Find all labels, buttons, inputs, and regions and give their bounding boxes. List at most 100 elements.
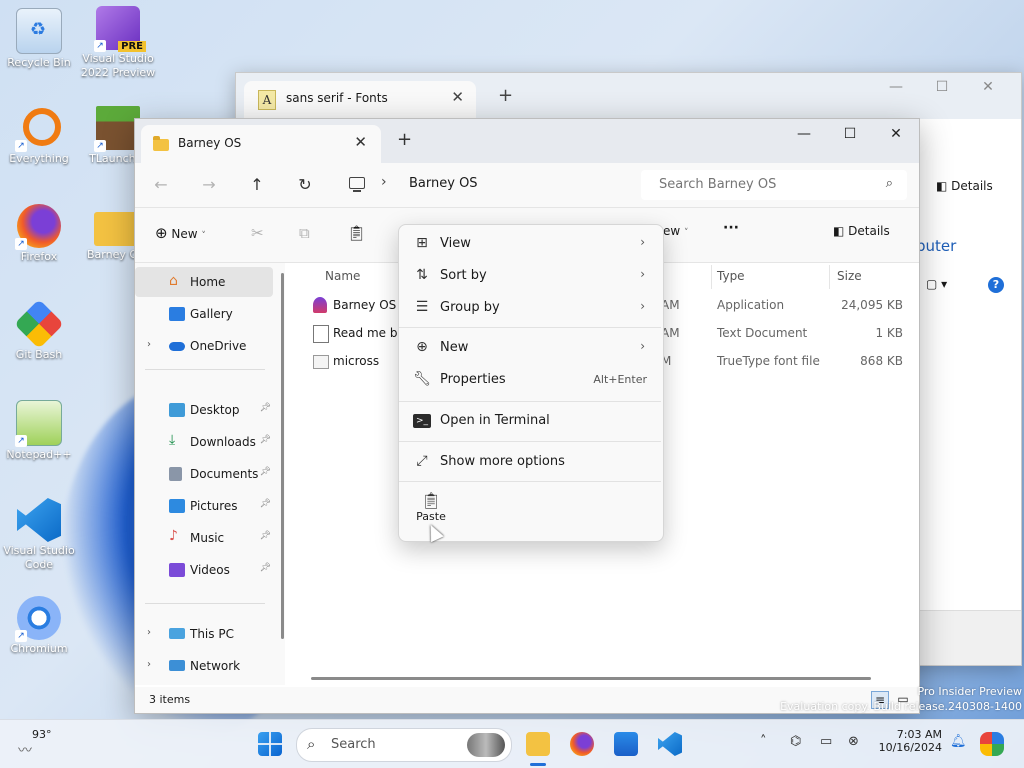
menu-item-view[interactable]: ⊞ View › bbox=[403, 229, 659, 259]
sidebar-item-this-pc[interactable]: › This PC bbox=[135, 619, 273, 649]
horizontal-scrollbar[interactable] bbox=[311, 677, 871, 680]
new-tab-icon[interactable]: + bbox=[397, 129, 412, 150]
forward-arrow-icon[interactable]: → bbox=[197, 173, 221, 197]
desktop-icon-recycle-bin[interactable]: ♻ Recycle Bin bbox=[1, 8, 77, 70]
chevron-right-icon[interactable]: › bbox=[147, 659, 151, 670]
start-icon[interactable] bbox=[258, 732, 282, 756]
desktop-icon-firefox[interactable]: ↗ Firefox bbox=[1, 204, 77, 264]
sidebar-item-label: Videos bbox=[190, 563, 230, 577]
chevron-right-icon[interactable]: › bbox=[147, 339, 151, 350]
close-icon[interactable]: ✕ bbox=[965, 79, 1011, 95]
menu-item-show-more-options[interactable]: ⤢ Show more options bbox=[403, 447, 659, 477]
sidebar-item-label: Downloads bbox=[190, 435, 256, 449]
fonts-computer-link[interactable]: puter bbox=[916, 237, 956, 255]
desktop-icon-vscode[interactable]: Visual Studio Code bbox=[1, 498, 77, 572]
file-explorer-taskbar-icon[interactable] bbox=[526, 732, 550, 766]
details-pane-icon: ◧ bbox=[936, 179, 952, 193]
desktop-icon-git-bash[interactable]: Git Bash bbox=[1, 299, 77, 362]
close-tab-icon[interactable]: ✕ bbox=[354, 133, 367, 151]
chevron-up-icon[interactable]: ˄ bbox=[760, 734, 767, 749]
sidebar-item-documents[interactable]: Documents 📌︎ bbox=[135, 459, 273, 489]
copilot-icon[interactable] bbox=[980, 732, 1004, 756]
clock[interactable]: 7:03 AM 10/16/2024 bbox=[874, 728, 942, 754]
vscode-taskbar-icon[interactable] bbox=[658, 732, 682, 756]
view-button[interactable]: ew ˅ bbox=[663, 224, 689, 238]
sidebar-item-desktop[interactable]: Desktop 📌︎ bbox=[135, 395, 273, 425]
sidebar-item-music[interactable]: ♪ Music 📌︎ bbox=[135, 523, 273, 553]
refresh-icon[interactable]: ↻ bbox=[293, 173, 317, 197]
chevron-right-icon[interactable]: › bbox=[147, 627, 151, 638]
back-arrow-icon[interactable]: ← bbox=[149, 173, 173, 197]
network-icon[interactable]: ⌬ bbox=[790, 734, 801, 749]
menu-item-properties[interactable]: 🔧︎ Properties Alt+Enter bbox=[403, 365, 659, 395]
menu-item-new[interactable]: ⊕ New › bbox=[403, 333, 659, 363]
help-icon[interactable]: ? bbox=[988, 277, 1004, 293]
firefox-taskbar-icon[interactable] bbox=[570, 732, 594, 756]
close-tab-icon[interactable]: ✕ bbox=[451, 88, 464, 106]
maximize-icon[interactable]: ☐ bbox=[827, 119, 873, 151]
sidebar-item-gallery[interactable]: Gallery bbox=[135, 299, 273, 329]
volume-muted-icon[interactable]: ⊗ bbox=[848, 734, 859, 749]
desktop-icon-label: Everything bbox=[9, 152, 69, 165]
git-bash-icon bbox=[14, 299, 64, 349]
explorer-tab[interactable]: Barney OS ✕ bbox=[141, 125, 381, 163]
taskbar-search[interactable]: ⌕ Search bbox=[296, 728, 512, 762]
address-bar[interactable]: › Barney OS bbox=[335, 170, 635, 200]
details-button[interactable]: ◧ Details bbox=[833, 224, 890, 238]
sidebar-item-label: Pictures bbox=[190, 499, 238, 513]
grid-view-icon: ⊞ bbox=[416, 235, 428, 251]
display-icon[interactable]: ▭ bbox=[820, 734, 832, 749]
chevron-right-icon[interactable]: › bbox=[381, 174, 387, 190]
desktop-icon-visual-studio[interactable]: PRE ↗ Visual Studio 2022 Preview bbox=[80, 6, 156, 80]
menu-item-group-by[interactable]: ☰ Group by › bbox=[403, 293, 659, 323]
copy-icon[interactable]: ⧉ bbox=[299, 224, 310, 242]
sidebar-item-home[interactable]: ⌂ Home bbox=[135, 267, 273, 297]
paste-icon[interactable]: 📋︎ bbox=[347, 224, 366, 242]
cut-icon[interactable]: ✂ bbox=[251, 224, 264, 242]
sidebar-item-downloads[interactable]: ⤓ Downloads 📌︎ bbox=[135, 427, 273, 457]
store-taskbar-icon[interactable] bbox=[614, 732, 638, 756]
sidebar-item-network[interactable]: › Network bbox=[135, 651, 273, 681]
minimize-icon[interactable]: — bbox=[873, 79, 919, 95]
monitor-icon bbox=[349, 177, 365, 192]
fonts-details-button[interactable]: ◧ Details bbox=[936, 179, 993, 193]
search-box[interactable]: ⌕ bbox=[641, 170, 907, 200]
gallery-icon bbox=[169, 307, 185, 321]
file-size: 868 KB bbox=[860, 354, 903, 368]
paste-button[interactable]: 📋︎ Paste bbox=[411, 491, 451, 523]
new-button[interactable]: ⊕ New ˅ bbox=[155, 224, 206, 242]
sidebar-item-videos[interactable]: Videos 📌︎ bbox=[135, 555, 273, 585]
search-highlight-icon bbox=[467, 733, 505, 757]
desktop-icon-notepad-plus-plus[interactable]: ↗ Notepad++ bbox=[1, 400, 77, 462]
column-divider[interactable] bbox=[829, 265, 830, 289]
view-options-button[interactable]: ▢ ▾ bbox=[926, 277, 947, 291]
maximize-icon[interactable]: ☐ bbox=[919, 79, 965, 95]
folder-icon bbox=[153, 136, 169, 151]
up-arrow-icon[interactable]: ↑ bbox=[245, 173, 269, 197]
column-header-size[interactable]: Size bbox=[837, 269, 862, 283]
pin-icon: 📌︎ bbox=[259, 435, 271, 445]
close-icon[interactable]: ✕ bbox=[873, 119, 919, 151]
fonts-window-controls: — ☐ ✕ bbox=[873, 79, 1011, 95]
search-input[interactable] bbox=[657, 176, 871, 193]
column-divider[interactable] bbox=[711, 265, 712, 289]
sidebar-scrollbar[interactable] bbox=[281, 273, 284, 639]
minimize-icon[interactable]: — bbox=[781, 119, 827, 151]
desktop-icon-chromium[interactable]: ↗ Chromium bbox=[1, 596, 77, 656]
desktop-icon-everything[interactable]: ↗ Everything bbox=[1, 106, 77, 166]
menu-item-open-in-terminal[interactable]: >_ Open in Terminal bbox=[403, 406, 659, 436]
fonts-window-tab[interactable]: A sans serif - Fonts ✕ bbox=[244, 81, 476, 119]
chromium-icon: ↗ bbox=[15, 596, 61, 642]
font-file-icon bbox=[313, 355, 329, 369]
shortcut-arrow-icon: ↗ bbox=[15, 140, 27, 152]
more-options-icon[interactable]: ··· bbox=[723, 220, 739, 236]
sidebar-item-onedrive[interactable]: › OneDrive bbox=[135, 331, 273, 361]
menu-item-sort-by[interactable]: ⇅ Sort by › bbox=[403, 261, 659, 291]
column-header-name[interactable]: Name bbox=[325, 269, 360, 283]
new-tab-icon[interactable]: + bbox=[498, 85, 513, 106]
menu-divider bbox=[399, 481, 661, 482]
column-header-type[interactable]: Type bbox=[717, 269, 745, 283]
breadcrumb-barney-os[interactable]: Barney OS bbox=[409, 176, 478, 191]
sidebar-item-pictures[interactable]: Pictures 📌︎ bbox=[135, 491, 273, 521]
notification-bell-icon[interactable]: 🔔︎ bbox=[950, 734, 967, 749]
